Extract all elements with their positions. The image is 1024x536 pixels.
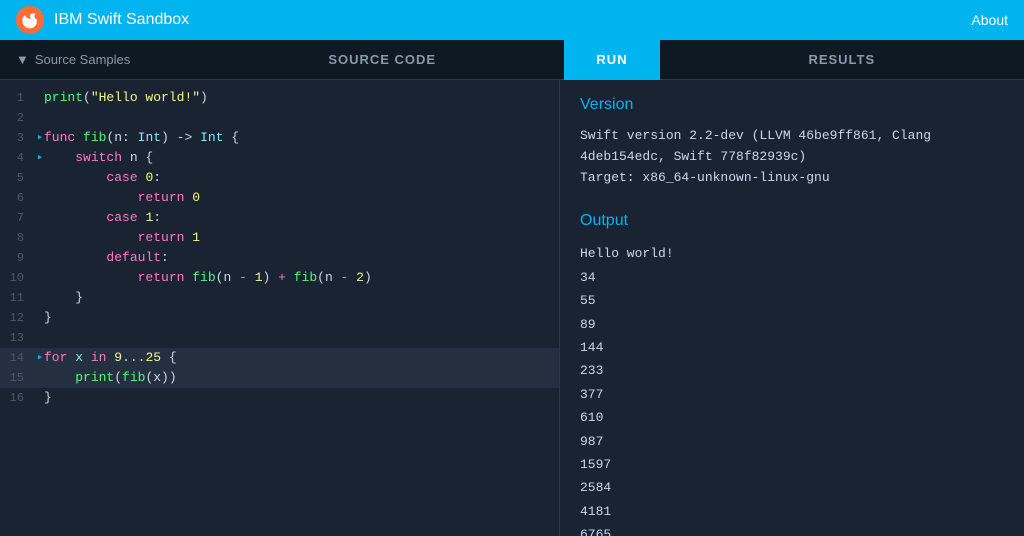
header-left: IBM Swift Sandbox [16, 6, 189, 34]
version-title: Version [580, 96, 1004, 114]
code-line-8: 8 return 1 [0, 228, 559, 248]
output-line: Hello world! [580, 242, 1004, 265]
source-samples-dropdown[interactable]: ▼ Source Samples [0, 52, 200, 67]
swift-logo-icon [16, 6, 44, 34]
code-line-7: 7 case 1: [0, 208, 559, 228]
code-line-13: 13 [0, 328, 559, 348]
code-line-9: 9 default: [0, 248, 559, 268]
toolbar: ▼ Source Samples SOURCE CODE RUN RESULTS [0, 40, 1024, 80]
output-line: 6765 [580, 523, 1004, 536]
app-title: IBM Swift Sandbox [54, 11, 189, 29]
output-title: Output [580, 212, 1004, 230]
output-line: 377 [580, 383, 1004, 406]
code-line-15: 15 print(fib(x)) [0, 368, 559, 388]
code-line-16: 16 } [0, 388, 559, 408]
output-line: 55 [580, 289, 1004, 312]
output-line: 144 [580, 336, 1004, 359]
results-panel: Version Swift version 2.2-dev (LLVM 46be… [560, 80, 1024, 536]
code-line-3: 3 ▸ func fib(n: Int) -> Int { [0, 128, 559, 148]
main-content: 1 print("Hello world!") 2 3 ▸ func fib(n… [0, 80, 1024, 536]
output-line: 34 [580, 266, 1004, 289]
code-line-11: 11 } [0, 288, 559, 308]
output-line: 987 [580, 430, 1004, 453]
output-line: 2584 [580, 476, 1004, 499]
output-line: 610 [580, 406, 1004, 429]
about-button[interactable]: About [971, 12, 1008, 28]
app-header: IBM Swift Sandbox About [0, 0, 1024, 40]
output-line: 233 [580, 359, 1004, 382]
version-info: Swift version 2.2-dev (LLVM 46be9ff861, … [580, 126, 1004, 188]
results-tab[interactable]: RESULTS [660, 52, 1024, 67]
run-button[interactable]: RUN [564, 40, 659, 80]
output-values: Hello world!3455891442333776109871597258… [580, 242, 1004, 536]
source-samples-label: Source Samples [35, 52, 130, 67]
code-line-1: 1 print("Hello world!") [0, 88, 559, 108]
code-editor[interactable]: 1 print("Hello world!") 2 3 ▸ func fib(n… [0, 80, 560, 536]
source-code-tab[interactable]: SOURCE CODE [200, 52, 564, 67]
output-line: 4181 [580, 500, 1004, 523]
code-line-12: 12 } [0, 308, 559, 328]
output-line: 1597 [580, 453, 1004, 476]
code-line-10: 10 return fib(n - 1) + fib(n - 2) [0, 268, 559, 288]
code-line-5: 5 case 0: [0, 168, 559, 188]
output-line: 89 [580, 313, 1004, 336]
chevron-down-icon: ▼ [16, 52, 29, 67]
code-line-4: 4 ▸ switch n { [0, 148, 559, 168]
code-line-6: 6 return 0 [0, 188, 559, 208]
code-line-2: 2 [0, 108, 559, 128]
code-line-14: 14 ▸ for x in 9...25 { [0, 348, 559, 368]
